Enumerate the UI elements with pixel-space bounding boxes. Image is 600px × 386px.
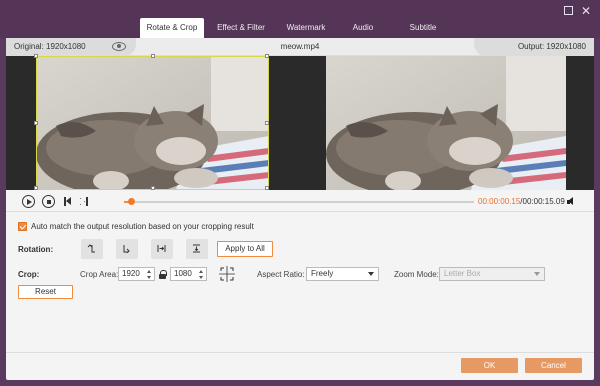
auto-match-label: Auto match the output resolution based o…: [31, 222, 254, 231]
chevron-down-icon: [534, 272, 540, 276]
maximize-icon[interactable]: [562, 5, 574, 17]
flip-vertical-button[interactable]: [186, 239, 208, 259]
crop-frame[interactable]: [34, 54, 269, 190]
tab-audio[interactable]: Audio: [334, 18, 392, 38]
auto-match-checkbox[interactable]: [18, 222, 27, 231]
crop-handle[interactable]: [34, 54, 38, 58]
playback-controls: 00:00:00.15/00:00:15.09: [6, 190, 594, 212]
zoom-mode-value: Letter Box: [444, 269, 481, 278]
tab-subtitle[interactable]: Subtitle: [392, 18, 454, 38]
rotate-left-icon: [87, 244, 95, 253]
tab-watermark[interactable]: Watermark: [278, 18, 334, 38]
duration: 00:00:15.09: [522, 197, 565, 206]
crop-handle[interactable]: [265, 54, 269, 58]
aspect-ratio-select[interactable]: Freely: [306, 267, 379, 281]
aspect-ratio-value: Freely: [311, 269, 334, 278]
progress-slider[interactable]: [124, 198, 474, 205]
original-resolution-label: Original: 1920x1080: [14, 42, 86, 51]
output-resolution: Output: 1920x1080: [474, 38, 594, 56]
timecode: 00:00:00.15/00:00:15.09: [478, 196, 565, 207]
original-resolution: Original: 1920x1080: [6, 38, 136, 56]
crop-handle[interactable]: [151, 54, 155, 58]
volume-icon[interactable]: [567, 197, 577, 206]
flip-horizontal-icon: [157, 245, 166, 252]
output-preview: [326, 56, 566, 190]
lock-icon[interactable]: [159, 270, 167, 280]
tab-rotate-crop[interactable]: Rotate & Crop: [140, 18, 204, 38]
close-icon[interactable]: ✕: [580, 5, 592, 17]
editor-panel: Original: 1920x1080 meow.mp4 Output: 192…: [6, 38, 594, 380]
apply-to-all-button[interactable]: Apply to All: [217, 241, 273, 257]
info-bar: Original: 1920x1080 meow.mp4 Output: 192…: [6, 38, 594, 56]
next-frame-icon[interactable]: [80, 197, 88, 206]
chevron-down-icon: [368, 272, 374, 276]
eye-icon[interactable]: [112, 42, 126, 51]
aspect-ratio-label: Aspect Ratio:: [257, 270, 305, 279]
zoom-mode-select[interactable]: Letter Box: [439, 267, 545, 281]
crop-handle[interactable]: [34, 121, 38, 125]
title-bar: ✕ Rotate & Crop Effect & Filter Watermar…: [0, 0, 600, 38]
cancel-button[interactable]: Cancel: [525, 358, 582, 373]
spinner-arrows-icon[interactable]: [147, 269, 152, 280]
tab-effect-filter[interactable]: Effect & Filter: [204, 18, 278, 38]
spinner-arrows-icon[interactable]: [199, 269, 204, 280]
rotation-label: Rotation:: [18, 245, 54, 254]
reset-button[interactable]: Reset: [18, 285, 73, 299]
crop-handle[interactable]: [265, 121, 269, 125]
rotate-left-button[interactable]: [81, 239, 103, 259]
zoom-mode-label: Zoom Mode:: [394, 270, 439, 279]
current-time: 00:00:00.15: [478, 197, 521, 206]
progress-knob[interactable]: [128, 198, 135, 205]
rotate-right-icon: [123, 245, 130, 253]
ok-button[interactable]: OK: [461, 358, 518, 373]
divider: [6, 352, 594, 353]
crop-width-value: 1920: [122, 269, 140, 278]
crop-height-field[interactable]: 1080: [170, 267, 207, 281]
crop-label: Crop:: [18, 270, 40, 279]
crop-area-label: Crop Area:: [80, 270, 119, 279]
center-crop-icon[interactable]: [218, 265, 236, 283]
preview-area: [6, 54, 594, 190]
crop-height-value: 1080: [174, 269, 192, 278]
tab-bar: Rotate & Crop Effect & Filter Watermark …: [140, 18, 454, 38]
stop-icon[interactable]: [42, 195, 55, 208]
crop-width-field[interactable]: 1920: [118, 267, 155, 281]
flip-vertical-icon: [193, 244, 200, 253]
flip-horizontal-button[interactable]: [151, 239, 173, 259]
rotate-right-button[interactable]: [116, 239, 138, 259]
play-icon[interactable]: [22, 195, 35, 208]
video-frame: [326, 56, 566, 190]
previous-frame-icon[interactable]: [64, 197, 72, 206]
